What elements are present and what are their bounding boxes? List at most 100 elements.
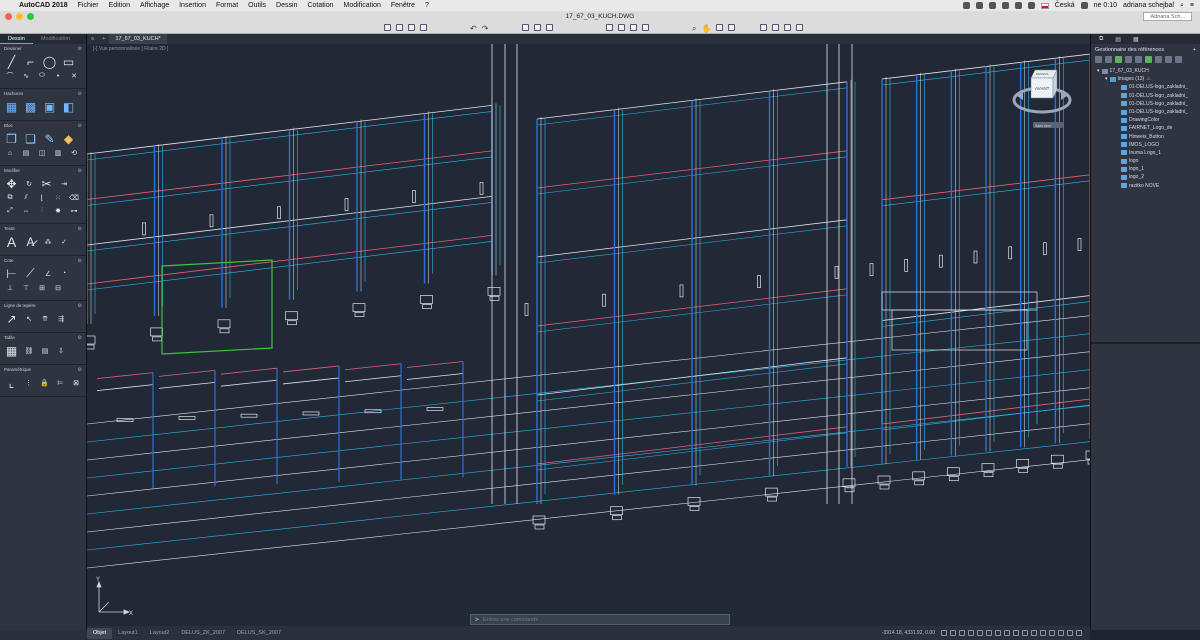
extract-data-icon[interactable]: ⇩	[55, 346, 67, 356]
clock[interactable]: ne 0:10	[1094, 2, 1117, 9]
tab-drawing[interactable]: 17_67_03_KUCH*	[109, 34, 167, 44]
line-tool-icon[interactable]: ╱	[4, 55, 19, 69]
czech-flag-icon[interactable]	[1040, 2, 1049, 9]
array-tool-icon[interactable]: ⁙	[52, 193, 64, 203]
menu-insertion[interactable]: Insertion	[174, 2, 211, 9]
menu-help[interactable]: ?	[420, 2, 434, 9]
tab-modification[interactable]: Modification	[33, 34, 78, 44]
gear-icon[interactable]: ⚙	[78, 46, 82, 52]
transparency-icon[interactable]	[1013, 630, 1019, 636]
text-edit-icon[interactable]: A̷	[23, 235, 38, 249]
reference-item[interactable]: IMOS_LOGO	[1091, 141, 1200, 149]
sync-icon[interactable]: ⟲	[68, 148, 80, 158]
menu-edition[interactable]: Edition	[104, 2, 135, 9]
pan-icon[interactable]: ✋	[701, 24, 711, 34]
tab-layout1[interactable]: Layout1	[112, 630, 144, 636]
block-editor-icon[interactable]: ✎	[42, 132, 57, 146]
scale-tool-icon[interactable]: ⤢	[4, 206, 16, 216]
viewcube[interactable]	[1012, 69, 1072, 128]
drawing-list-icon[interactable]: ≡	[87, 36, 98, 42]
multileader-icon[interactable]: ↗	[4, 312, 19, 326]
point-tool-icon[interactable]: •	[52, 71, 64, 81]
refresh-icon[interactable]	[1145, 56, 1152, 63]
reference-item[interactable]: 01-DELUS-logo_zakladni_	[1091, 100, 1200, 108]
reference-item[interactable]: DrawingColor	[1091, 116, 1200, 124]
annotation-scale-icon[interactable]	[1031, 630, 1037, 636]
add-leader-icon[interactable]: ↖	[23, 314, 35, 324]
search-icon[interactable]: ⌕	[1180, 2, 1184, 10]
new-file-icon[interactable]	[384, 24, 391, 31]
layers-icon[interactable]	[760, 24, 767, 31]
paste-icon[interactable]	[630, 24, 637, 31]
panel-divider[interactable]	[1091, 342, 1200, 344]
table-tool-icon[interactable]: ▦	[4, 344, 19, 358]
collapse-icon[interactable]: ▾	[1105, 75, 1108, 83]
reference-item[interactable]: logo	[1091, 157, 1200, 165]
grid-icon[interactable]	[950, 630, 956, 636]
extend-tool-icon[interactable]: ⇥	[58, 179, 70, 189]
plot-icon[interactable]	[522, 24, 529, 31]
volume-icon[interactable]	[1027, 2, 1035, 9]
reload-icon[interactable]	[1115, 56, 1122, 63]
redo-icon[interactable]: ↷	[482, 24, 489, 33]
erase-tool-icon[interactable]: ⌫	[68, 193, 80, 203]
block-attribute-icon[interactable]: ◆	[61, 132, 76, 146]
open-icon[interactable]	[1155, 56, 1162, 63]
batch-plot-icon[interactable]	[546, 24, 553, 31]
gradient-tool-icon[interactable]: ▩	[23, 100, 38, 114]
viewport-controls[interactable]: [-] Vue personnalisée [ Filaire 2D ]	[93, 46, 168, 52]
zoom-window-icon[interactable]	[716, 24, 724, 31]
create-block-icon[interactable]: ❏	[23, 132, 38, 146]
xline-tool-icon[interactable]: ✕	[68, 71, 80, 81]
osnap-icon[interactable]	[986, 630, 992, 636]
tag-icon[interactable]: ⌂	[4, 148, 16, 158]
data-link-icon[interactable]: ⛓	[23, 346, 35, 356]
trim-tool-icon[interactable]: ✂	[39, 177, 54, 191]
angular-dimension-icon[interactable]: ∠	[42, 269, 54, 279]
lock-icon[interactable]: 🔒	[39, 378, 51, 388]
gear-icon[interactable]: ⚙	[78, 303, 82, 309]
move-tool-icon[interactable]: ✥	[4, 177, 19, 191]
tab-objet[interactable]: Objet	[87, 627, 113, 639]
tree-root[interactable]: ▾ 17_67_03_KUCH	[1091, 67, 1200, 75]
attach-icon[interactable]	[1095, 56, 1102, 63]
ucs-icon[interactable]	[96, 580, 131, 615]
otrack-icon[interactable]	[995, 630, 1001, 636]
snap-icon[interactable]	[959, 630, 965, 636]
rectangle-tool-icon[interactable]: ▭	[61, 55, 76, 69]
polar-icon[interactable]	[977, 630, 983, 636]
undo-icon[interactable]: ↶	[470, 24, 477, 33]
reference-item[interactable]: 01-DELUS-logo_zakladni_	[1091, 92, 1200, 100]
mtext-tool-icon[interactable]: A	[4, 234, 19, 250]
reference-item[interactable]: FAIRNET_Logo_de	[1091, 124, 1200, 132]
table-style-icon[interactable]: ▤	[39, 346, 51, 356]
menu-outils[interactable]: Outils	[243, 2, 271, 9]
insert-block-icon[interactable]: ❒	[4, 132, 19, 146]
properties-icon[interactable]	[772, 24, 779, 31]
wifi-icon[interactable]	[1014, 2, 1022, 9]
ellipse-tool-icon[interactable]: ⬭	[36, 71, 48, 81]
match-properties-icon[interactable]	[642, 24, 649, 31]
spell-check-icon[interactable]: ✓	[58, 237, 70, 247]
stretch-tool-icon[interactable]: ⇔	[20, 206, 32, 216]
baseline-dimension-icon[interactable]: ⊥	[4, 283, 16, 293]
copy-tool-icon[interactable]: ⧉	[4, 193, 16, 203]
menu-affichage[interactable]: Affichage	[135, 2, 174, 9]
mail-icon[interactable]	[988, 2, 996, 9]
explode-tool-icon[interactable]: ✸	[52, 206, 64, 216]
cut-icon[interactable]	[606, 24, 613, 31]
gear-icon[interactable]: ⚙	[78, 91, 82, 97]
spline-tool-icon[interactable]: ∿	[20, 71, 32, 81]
battery-icon[interactable]	[1080, 2, 1088, 9]
menu-dessin[interactable]: Dessin	[271, 2, 302, 9]
design-center-icon[interactable]	[796, 24, 803, 31]
dim-style-icon[interactable]: ⊞	[36, 283, 48, 293]
save-as-icon[interactable]	[420, 24, 427, 31]
text-style-icon[interactable]: ⁂	[42, 237, 54, 247]
rotate-tool-icon[interactable]: ↻	[23, 179, 35, 189]
reference-item[interactable]: razitko NOVE	[1091, 182, 1200, 190]
write-block-icon[interactable]: ▤	[20, 148, 32, 158]
unload-icon[interactable]	[1125, 56, 1132, 63]
mirror-tool-icon[interactable]: ⫽	[20, 193, 32, 203]
tray-icon[interactable]	[975, 2, 983, 9]
